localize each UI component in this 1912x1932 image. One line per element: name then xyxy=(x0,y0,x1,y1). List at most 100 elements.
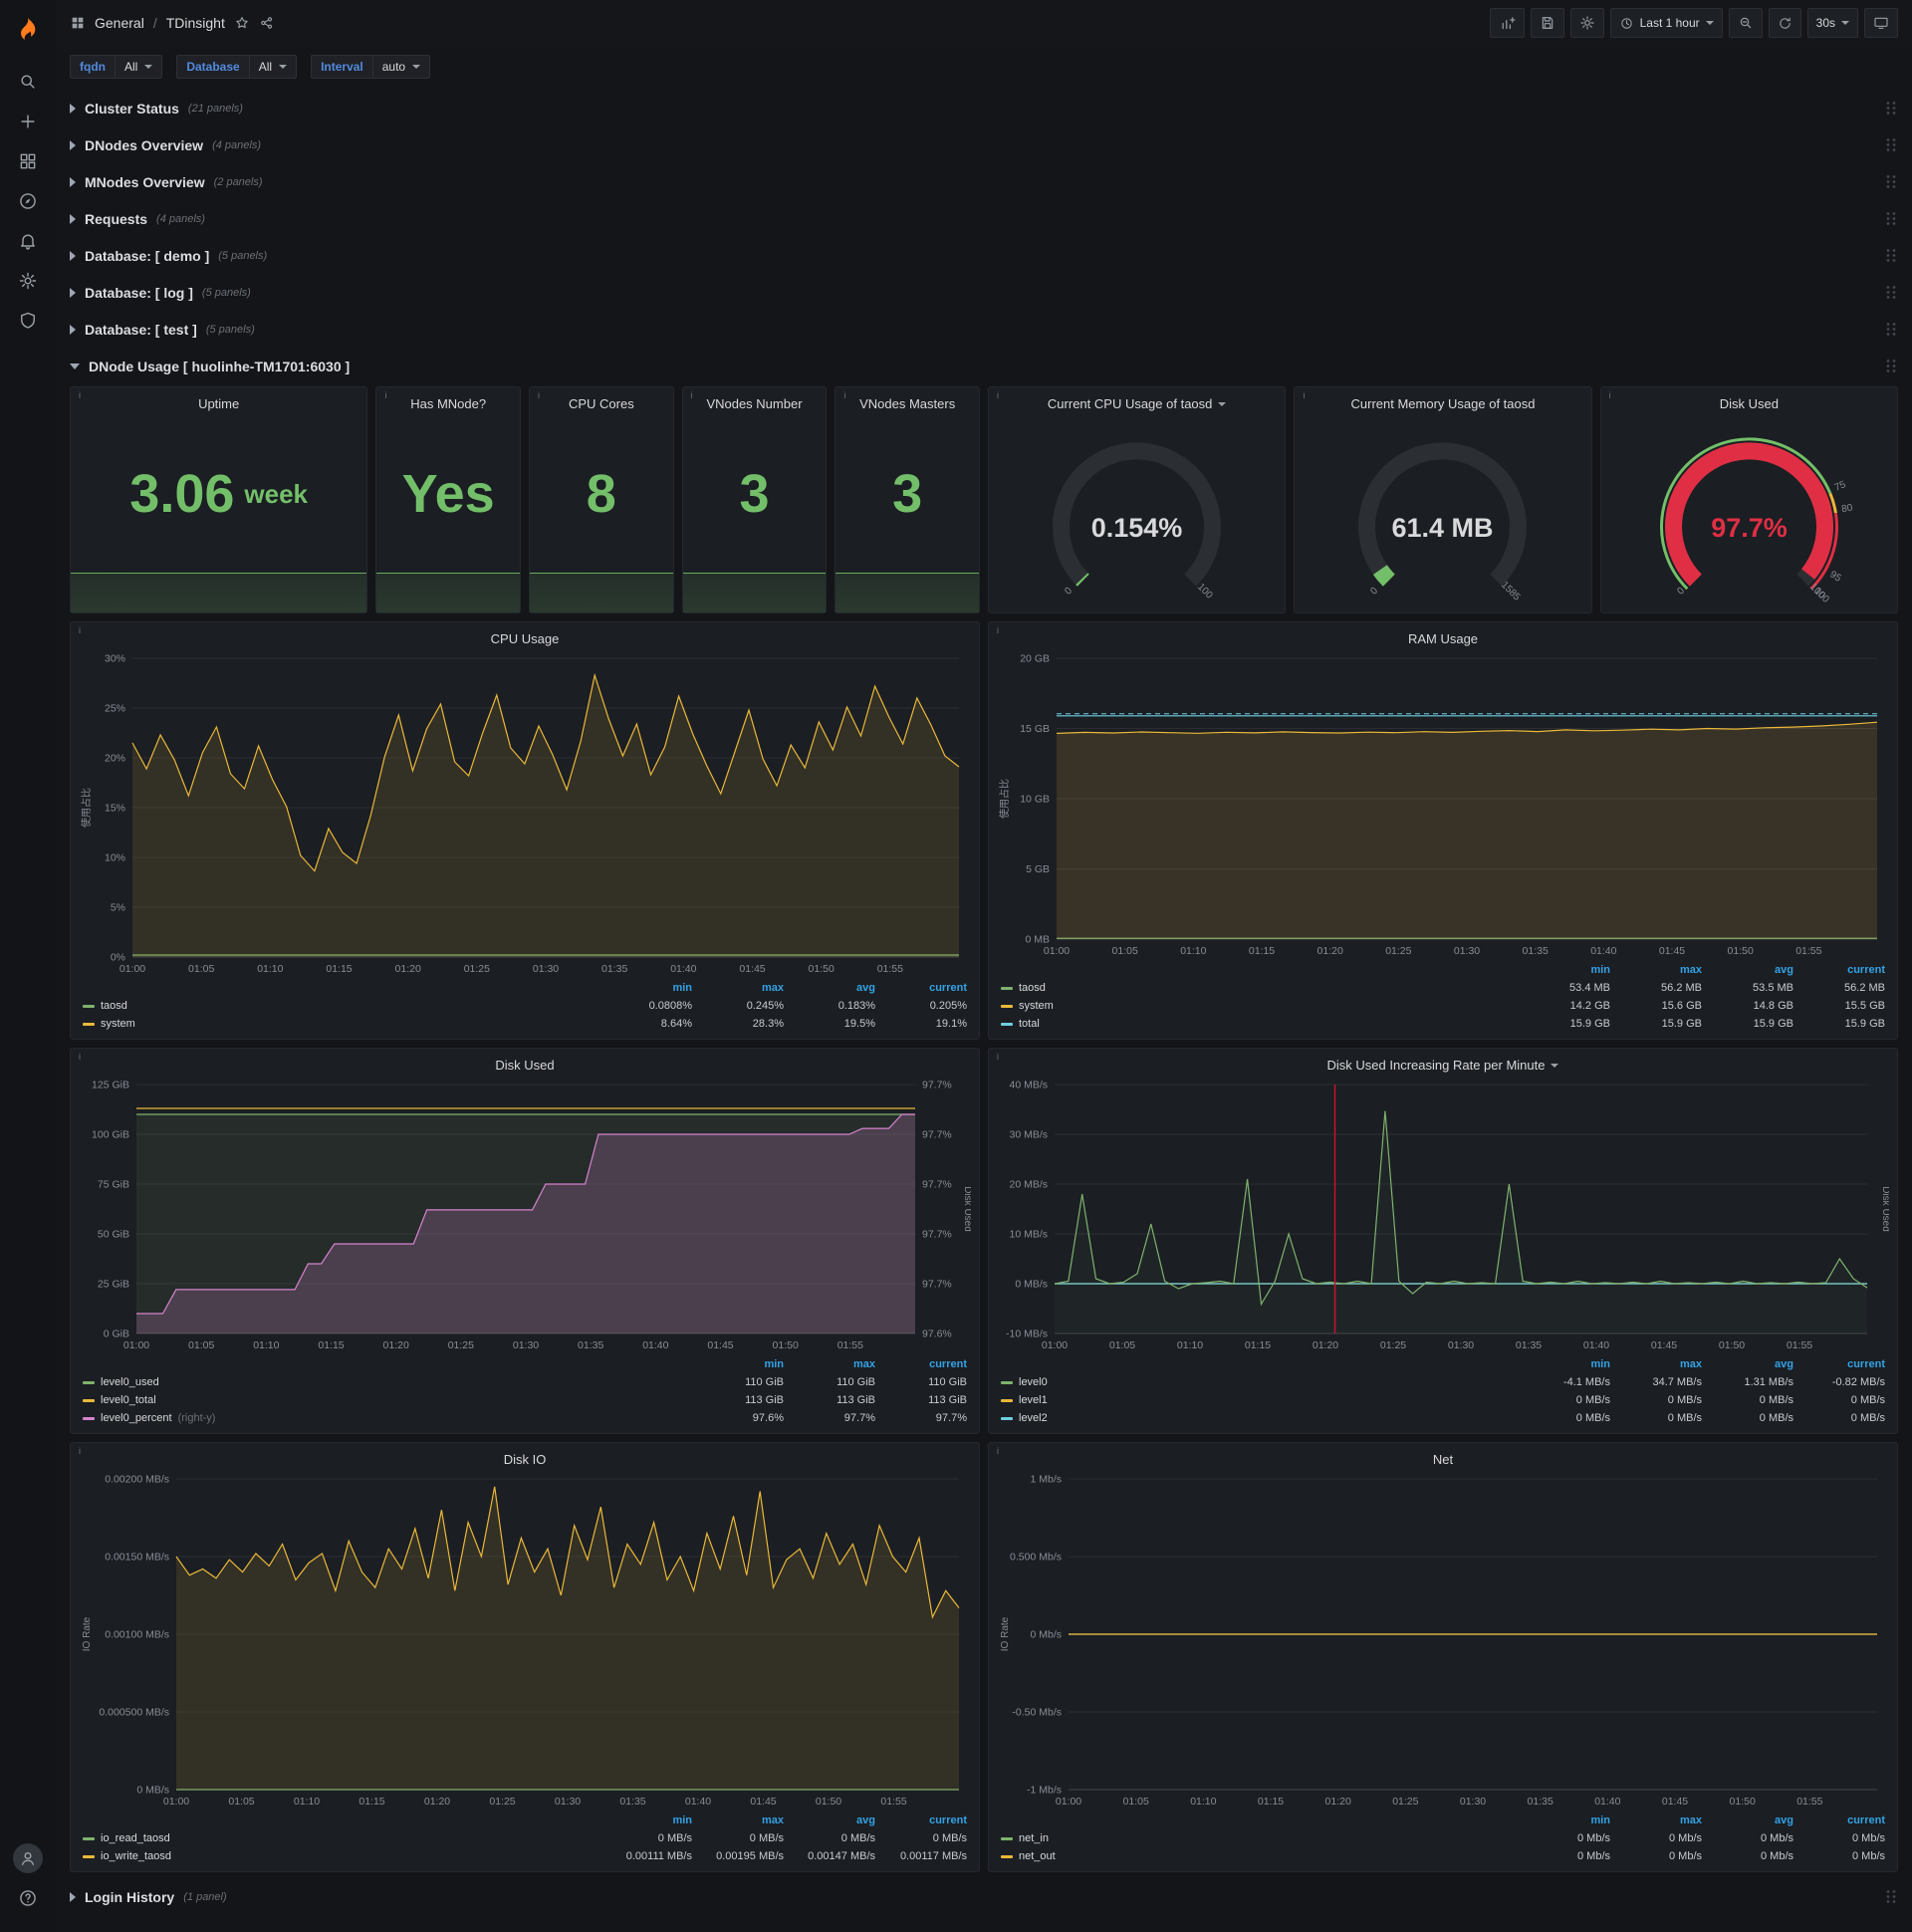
create-plus-icon[interactable] xyxy=(8,102,48,141)
panel-title[interactable]: Disk Used xyxy=(79,1053,971,1077)
panel-info-icon[interactable]: i xyxy=(532,388,546,402)
row-requests[interactable]: Requests (4 panels) xyxy=(70,202,1898,236)
panel-info-icon[interactable]: i xyxy=(73,388,87,402)
panel-info-icon[interactable]: i xyxy=(991,623,1005,637)
row-mnodes-overview[interactable]: MNodes Overview (2 panels) xyxy=(70,165,1898,199)
drag-handle[interactable] xyxy=(1885,137,1898,153)
legend-col-max[interactable]: max xyxy=(692,1814,784,1826)
row-database-demo[interactable]: Database: [ demo ] (5 panels) xyxy=(70,239,1898,273)
legend-series-toggle[interactable]: level0_percent (right-y) xyxy=(83,1412,692,1424)
legend-col-current[interactable]: current xyxy=(875,1358,967,1370)
row-dnodes-overview[interactable]: DNodes Overview (4 panels) xyxy=(70,128,1898,162)
ram-usage-chart[interactable]: 20 GB 15 GB 10 GB 5 GB 0 MB 01:00 01:05 01:10 01… xyxy=(997,650,1889,959)
dashboard-title[interactable]: TDinsight xyxy=(166,15,225,31)
panel-title[interactable]: VNodes Masters xyxy=(843,391,971,415)
drag-handle[interactable] xyxy=(1885,174,1898,190)
legend-series-toggle[interactable]: taosd xyxy=(1001,982,1519,994)
disk-used-chart[interactable]: 125 GiB 100 GiB 75 GiB 50 GiB 25 GiB 0 GiB 97.… xyxy=(79,1077,973,1353)
panel-info-icon[interactable]: i xyxy=(685,388,699,402)
drag-handle[interactable] xyxy=(1885,359,1898,374)
share-icon[interactable] xyxy=(259,15,275,31)
panel-info-icon[interactable]: i xyxy=(991,1444,1005,1458)
variable-value-dropdown[interactable]: All xyxy=(116,55,163,79)
legend-series-toggle[interactable]: system xyxy=(83,1018,600,1030)
panel-title[interactable]: Disk Used Increasing Rate per Minute xyxy=(997,1053,1889,1077)
cpu-usage-gauge[interactable]: 0.154% 0 100 xyxy=(997,415,1277,606)
legend-col-min[interactable]: min xyxy=(1519,964,1610,976)
disk-rate-chart[interactable]: 40 MB/s 30 MB/s 20 MB/s 10 MB/s 0 MB/s -10 MB… xyxy=(997,1077,1891,1353)
panel-title[interactable]: Current Memory Usage of taosd xyxy=(1303,391,1582,415)
panel-title[interactable]: CPU Cores xyxy=(538,391,665,415)
disk-io-chart[interactable]: 0.00200 MB/s 0.00150 MB/s 0.00100 MB/s 0.00… xyxy=(79,1471,971,1810)
memory-usage-gauge[interactable]: 61.4 MB 0 1585 xyxy=(1303,415,1582,606)
panel-title[interactable]: Disk Used xyxy=(1609,391,1889,415)
admin-shield-icon[interactable] xyxy=(8,301,48,341)
panel-title[interactable]: CPU Usage xyxy=(79,626,971,650)
alerting-bell-icon[interactable] xyxy=(8,221,48,261)
dashboard-settings-button[interactable] xyxy=(1569,8,1604,38)
drag-handle[interactable] xyxy=(1885,248,1898,264)
cycle-view-button[interactable] xyxy=(1864,8,1898,38)
panel-title[interactable]: Has MNode? xyxy=(384,391,512,415)
legend-series-toggle[interactable]: taosd xyxy=(83,1000,600,1012)
save-dashboard-button[interactable] xyxy=(1530,8,1564,38)
refresh-interval-picker[interactable]: 30s xyxy=(1806,8,1858,38)
disk-used-gauge[interactable]: 97.7% 0 100 75 80 95 100 xyxy=(1609,415,1889,606)
grafana-logo-icon[interactable] xyxy=(6,8,50,52)
panel-info-icon[interactable]: i xyxy=(991,388,1005,402)
panel-title[interactable]: Disk IO xyxy=(79,1447,971,1471)
breadcrumb-section[interactable]: General xyxy=(95,15,144,31)
panel-info-icon[interactable]: i xyxy=(1297,388,1311,402)
legend-col-max[interactable]: max xyxy=(1610,1358,1702,1370)
row-login-history[interactable]: Login History (1 panel) xyxy=(70,1880,1898,1914)
search-icon[interactable] xyxy=(8,62,48,102)
legend-series-toggle[interactable]: total xyxy=(1001,1018,1519,1030)
help-icon[interactable] xyxy=(8,1878,48,1918)
legend-col-current[interactable]: current xyxy=(875,982,967,994)
legend-col-avg[interactable]: avg xyxy=(1702,1814,1793,1826)
legend-col-current[interactable]: current xyxy=(1793,1814,1885,1826)
legend-col-max[interactable]: max xyxy=(1610,1814,1702,1826)
explore-compass-icon[interactable] xyxy=(8,181,48,221)
star-icon[interactable] xyxy=(234,15,250,31)
legend-series-toggle[interactable]: io_write_taosd xyxy=(83,1850,600,1862)
legend-col-avg[interactable]: avg xyxy=(784,982,875,994)
legend-series-toggle[interactable]: level1 xyxy=(1001,1394,1519,1406)
legend-col-avg[interactable]: avg xyxy=(1702,1358,1793,1370)
user-avatar[interactable] xyxy=(8,1838,48,1878)
drag-handle[interactable] xyxy=(1885,285,1898,301)
legend-col-current[interactable]: current xyxy=(1793,1358,1885,1370)
panel-title[interactable]: VNodes Number xyxy=(691,391,819,415)
panel-title[interactable]: Net xyxy=(997,1447,1889,1471)
legend-col-max[interactable]: max xyxy=(692,982,784,994)
legend-series-toggle[interactable]: level0_used xyxy=(83,1376,692,1388)
legend-series-toggle[interactable]: level0_total xyxy=(83,1394,692,1406)
panel-title[interactable]: Uptime xyxy=(79,391,358,415)
panel-title[interactable]: RAM Usage xyxy=(997,626,1889,650)
panel-info-icon[interactable]: i xyxy=(378,388,392,402)
drag-handle[interactable] xyxy=(1885,322,1898,338)
variable-value-dropdown[interactable]: auto xyxy=(372,55,431,79)
dashboards-grid-icon[interactable] xyxy=(8,141,48,181)
legend-col-min[interactable]: min xyxy=(1519,1814,1610,1826)
panel-info-icon[interactable]: i xyxy=(73,1050,87,1064)
net-chart[interactable]: 1 Mb/s 0.500 Mb/s 0 Mb/s -0.50 Mb/s -1 Mb/s 0… xyxy=(997,1471,1889,1810)
drag-handle[interactable] xyxy=(1885,101,1898,117)
row-database-log[interactable]: Database: [ log ] (5 panels) xyxy=(70,276,1898,310)
drag-handle[interactable] xyxy=(1885,1889,1898,1905)
cpu-usage-chart[interactable]: 30% 25% 20% 15% 10% 5% 0% 01:00 01:05 01:10 01:15 0… xyxy=(79,650,971,977)
variable-value-dropdown[interactable]: All xyxy=(249,55,298,79)
legend-col-avg[interactable]: avg xyxy=(784,1814,875,1826)
legend-col-current[interactable]: current xyxy=(875,1814,967,1826)
zoom-out-button[interactable] xyxy=(1728,8,1763,38)
legend-col-avg[interactable]: avg xyxy=(1702,964,1793,976)
legend-col-max[interactable]: max xyxy=(1610,964,1702,976)
panel-info-icon[interactable]: i xyxy=(73,1444,87,1458)
time-range-picker[interactable]: Last 1 hour xyxy=(1609,8,1723,38)
panel-title[interactable]: Current CPU Usage of taosd xyxy=(997,391,1277,415)
panel-info-icon[interactable]: i xyxy=(73,623,87,637)
panel-info-icon[interactable]: i xyxy=(1603,388,1617,402)
legend-col-current[interactable]: current xyxy=(1793,964,1885,976)
legend-series-toggle[interactable]: net_in xyxy=(1001,1832,1519,1844)
configuration-gear-icon[interactable] xyxy=(8,261,48,301)
